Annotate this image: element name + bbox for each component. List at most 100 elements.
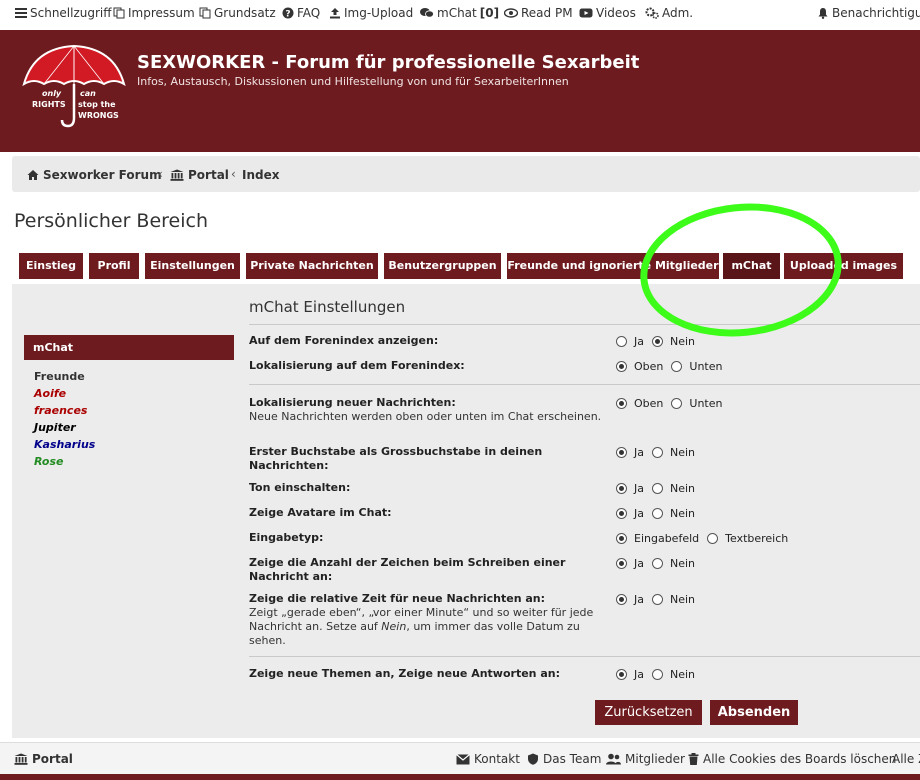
radio-label: Unten <box>689 360 723 373</box>
faq-label: FAQ <box>297 6 321 20</box>
breadcrumb-index[interactable]: Index <box>242 168 279 182</box>
radio-label: Eingabefeld <box>634 532 700 545</box>
setting-label: Zeige Avatare im Chat: <box>249 506 392 519</box>
footer-bar: Portal Kontakt Das Team Mitglieder Alle … <box>0 742 920 775</box>
submit-button[interactable]: Absenden <box>710 700 798 725</box>
footer-team-label: Das Team <box>543 752 602 766</box>
institution-icon <box>170 169 184 181</box>
radio-label: Oben <box>634 360 664 373</box>
friend-link[interactable]: fraences <box>34 404 87 417</box>
divider <box>249 656 920 657</box>
footer-members-link[interactable]: Mitglieder <box>606 752 685 766</box>
mchat-count-badge: [0] <box>479 6 500 20</box>
radio-button[interactable] <box>616 508 627 519</box>
impressum-link[interactable]: Impressum <box>113 6 195 20</box>
notifications-link[interactable]: Benachrichtigungen <box>817 6 920 20</box>
svg-text:stop the: stop the <box>78 100 116 109</box>
radio-button[interactable] <box>652 594 663 605</box>
help-icon: ? <box>282 7 294 19</box>
quick-access-link[interactable]: Schnellzugriff <box>15 6 112 20</box>
tab-profil[interactable]: Profil <box>89 253 139 279</box>
radio-group: Ja Nein <box>616 593 703 606</box>
radio-label: Nein <box>670 668 696 681</box>
radio-label: Ja <box>634 446 644 459</box>
radio-button[interactable] <box>616 594 627 605</box>
site-title[interactable]: SEXWORKER - Forum für professionelle Sex… <box>137 52 639 73</box>
videos-label: Videos <box>596 6 636 20</box>
radio-label: Ja <box>634 482 644 495</box>
footer-delete-cookies-link[interactable]: Alle Cookies des Boards löschen <box>688 752 896 766</box>
radio-button[interactable] <box>652 336 663 347</box>
radio-button[interactable] <box>671 361 683 372</box>
svg-text:RIGHTS: RIGHTS <box>32 100 66 109</box>
setting-label: Lokalisierung neuer Nachrichten: Neue Na… <box>249 396 609 424</box>
radio-button[interactable] <box>616 336 627 347</box>
radio-button[interactable] <box>616 483 627 494</box>
radio-button[interactable] <box>652 483 663 494</box>
divider <box>249 384 920 385</box>
setting-label: Zeige die Anzahl der Zeichen beim Schrei… <box>249 556 566 583</box>
friend-link[interactable]: Rose <box>34 455 64 468</box>
chevron-left-icon: ‹ <box>158 167 163 181</box>
setting-label: Zeige die relative Zeit für neue Nachric… <box>249 592 609 648</box>
impressum-label: Impressum <box>128 6 195 20</box>
tab-einstieg[interactable]: Einstieg <box>19 253 83 279</box>
admin-link[interactable]: Adm. <box>645 6 693 20</box>
bell-icon <box>818 8 828 19</box>
sidebar-item-mchat[interactable]: mChat <box>24 335 234 360</box>
institution-icon <box>14 753 28 765</box>
breadcrumb-forum[interactable]: Sexworker Forum <box>27 168 162 182</box>
friend-link[interactable]: Aoife <box>34 387 66 400</box>
grundsatz-link[interactable]: Grundsatz <box>199 6 276 20</box>
radio-group: Oben Unten <box>616 360 730 373</box>
setting-explain-emphasis: Nein <box>381 620 407 633</box>
breadcrumb-forum-label: Sexworker Forum <box>43 168 162 182</box>
umbrella-logo[interactable]: only can RIGHTS stop the WRONGS <box>22 44 126 130</box>
read-pm-link[interactable]: Read PM <box>504 6 573 20</box>
radio-button[interactable] <box>652 508 663 519</box>
radio-button[interactable] <box>671 398 683 409</box>
radio-button[interactable] <box>707 533 719 544</box>
footer-members-label: Mitglieder <box>625 752 685 766</box>
breadcrumb-portal[interactable]: Portal <box>170 168 229 182</box>
radio-button[interactable] <box>616 558 627 569</box>
videos-link[interactable]: Videos <box>579 6 636 20</box>
radio-button[interactable] <box>652 669 663 680</box>
radio-button[interactable] <box>616 361 627 372</box>
radio-button[interactable] <box>616 533 627 544</box>
footer-all-times-link[interactable]: Alle Z <box>892 752 920 766</box>
footer-team-link[interactable]: Das Team <box>527 752 601 766</box>
radio-group: Ja Nein <box>616 557 703 570</box>
tab-einstellungen[interactable]: Einstellungen <box>145 253 240 279</box>
faq-link[interactable]: ? FAQ <box>282 6 320 20</box>
friend-link[interactable]: Jupiter <box>34 421 76 434</box>
radio-button[interactable] <box>616 398 627 409</box>
radio-group: Ja Nein <box>616 446 703 459</box>
tab-private-nachrichten[interactable]: Private Nachrichten <box>246 253 378 279</box>
mchat-link[interactable]: mChat [0] <box>420 6 499 20</box>
users-icon <box>606 753 621 765</box>
radio-label: Unten <box>689 397 723 410</box>
setting-label: Eingabetyp: <box>249 531 324 544</box>
breadcrumb-index-label: Index <box>242 168 280 182</box>
friend-link[interactable]: Kasharius <box>34 438 95 451</box>
radio-button[interactable] <box>652 558 663 569</box>
copy-icon <box>113 7 125 19</box>
upload-icon <box>330 8 340 19</box>
footer-contact-link[interactable]: Kontakt <box>456 752 520 766</box>
radio-button[interactable] <box>652 447 663 458</box>
radio-label: Ja <box>634 507 644 520</box>
setting-explain: Neue Nachrichten werden oben oder unten … <box>249 410 602 423</box>
radio-group: Ja Nein <box>616 507 703 520</box>
radio-button[interactable] <box>616 669 627 680</box>
tab-benutzergruppen[interactable]: Benutzergruppen <box>384 253 501 279</box>
radio-label: Ja <box>634 593 644 606</box>
svg-text:only: only <box>42 89 62 98</box>
read-pm-label: Read PM <box>521 6 573 20</box>
radio-button[interactable] <box>616 447 627 458</box>
footer-portal-label: Portal <box>32 752 73 766</box>
img-upload-link[interactable]: Img-Upload <box>329 6 413 20</box>
reset-button[interactable]: Zurücksetzen <box>595 700 702 725</box>
footer-portal-link[interactable]: Portal <box>14 752 73 766</box>
radio-group: Oben Unten <box>616 397 730 410</box>
